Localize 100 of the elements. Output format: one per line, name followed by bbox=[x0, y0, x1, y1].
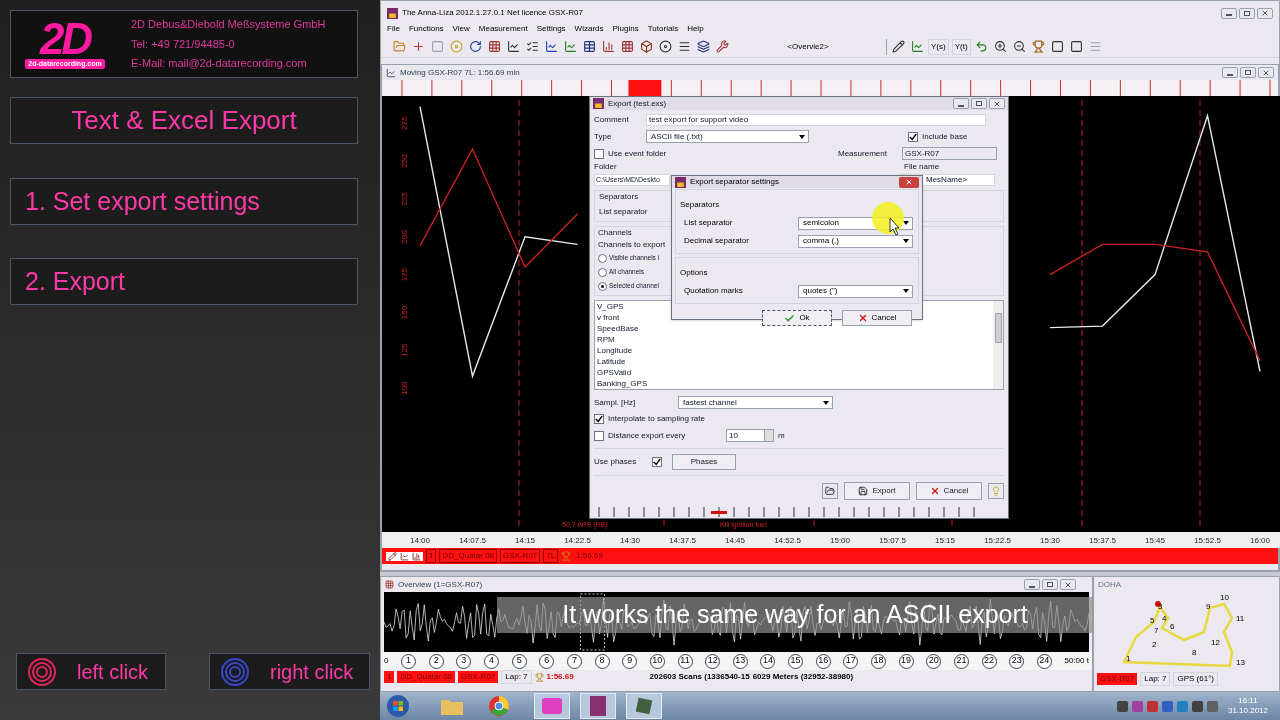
checkbox[interactable] bbox=[652, 457, 662, 467]
minimize-button[interactable] bbox=[953, 98, 969, 109]
lap-marker[interactable]: 14 bbox=[760, 653, 776, 669]
wrench-icon[interactable] bbox=[714, 38, 730, 55]
checkbox[interactable] bbox=[594, 148, 604, 159]
zoom-out-icon[interactable] bbox=[1011, 38, 1028, 55]
lap-marker[interactable]: 3 bbox=[456, 653, 472, 669]
lap-marker[interactable]: 10 bbox=[649, 653, 665, 669]
box-icon[interactable] bbox=[1068, 38, 1085, 55]
grid-icon[interactable] bbox=[619, 38, 635, 55]
lap-marker[interactable]: 22 bbox=[981, 653, 997, 669]
lap-marker[interactable]: 6 bbox=[539, 653, 555, 669]
menu-item[interactable]: Help bbox=[687, 22, 704, 35]
axis-button[interactable]: Y(t) bbox=[951, 38, 971, 55]
lap-marker[interactable]: 11 bbox=[677, 653, 693, 669]
lap-marker[interactable]: 17 bbox=[843, 653, 859, 669]
box-icon[interactable] bbox=[1049, 38, 1066, 55]
checkbox[interactable] bbox=[594, 414, 604, 424]
export-button[interactable]: Export bbox=[844, 482, 910, 500]
close-button[interactable] bbox=[1257, 7, 1273, 19]
lap-marker[interactable]: 13 bbox=[732, 653, 748, 669]
maximize-button[interactable] bbox=[1240, 67, 1256, 78]
app-icon[interactable] bbox=[626, 693, 662, 719]
lap-marker[interactable]: 4 bbox=[484, 653, 499, 669]
tray-icon[interactable] bbox=[1191, 700, 1203, 712]
zoom-in-icon[interactable] bbox=[992, 38, 1009, 55]
comment-field[interactable]: test export for support video bbox=[646, 114, 986, 126]
app-icon[interactable] bbox=[580, 693, 616, 719]
lap-marker[interactable]: 1 bbox=[401, 653, 417, 669]
axis-button[interactable]: Y(s) bbox=[928, 38, 949, 55]
lap-marker[interactable]: 12 bbox=[705, 653, 721, 669]
browser-icon[interactable] bbox=[488, 695, 510, 717]
grid-icon[interactable] bbox=[486, 38, 502, 55]
radio-button[interactable] bbox=[598, 267, 607, 277]
load-icon[interactable] bbox=[822, 483, 838, 499]
lap-marker[interactable]: 7 bbox=[566, 653, 582, 669]
menu-item[interactable]: Settings bbox=[536, 22, 566, 35]
list-item[interactable]: Latitude bbox=[597, 356, 993, 367]
list-item[interactable]: SpeedBase bbox=[597, 323, 993, 334]
radio-button[interactable] bbox=[598, 281, 607, 291]
maximize-button[interactable] bbox=[1239, 7, 1255, 19]
minimize-button[interactable] bbox=[1024, 579, 1040, 590]
close-button[interactable] bbox=[989, 98, 1005, 109]
menu-item[interactable]: File bbox=[387, 22, 400, 35]
lap-marker[interactable]: 24 bbox=[1036, 653, 1052, 669]
maximize-button[interactable] bbox=[971, 98, 987, 109]
app-icon[interactable] bbox=[534, 693, 570, 719]
lap-marker[interactable]: 8 bbox=[594, 653, 610, 669]
lap-marker[interactable]: 15 bbox=[788, 653, 804, 669]
lap-marker[interactable]: 23 bbox=[1009, 653, 1025, 669]
lap-marker[interactable]: 20 bbox=[926, 653, 942, 669]
checkbox[interactable] bbox=[908, 131, 918, 142]
menu-item[interactable]: Functions bbox=[408, 22, 444, 35]
lap-marker[interactable]: 19 bbox=[898, 653, 914, 669]
menu-item[interactable]: Measurement bbox=[478, 22, 528, 35]
pencil-icon[interactable] bbox=[890, 38, 906, 55]
close-button[interactable] bbox=[899, 176, 919, 188]
dropdown[interactable]: quotes (") bbox=[798, 284, 913, 298]
radio-button[interactable] bbox=[598, 253, 607, 263]
menu-item[interactable]: Plugins bbox=[612, 22, 639, 35]
list-item[interactable]: RPM bbox=[597, 334, 993, 345]
lap-marker[interactable]: 9 bbox=[622, 653, 638, 669]
disc-icon[interactable] bbox=[657, 38, 673, 55]
ok-button[interactable]: Ok bbox=[762, 310, 832, 326]
cancel-button[interactable]: Cancel bbox=[842, 310, 912, 326]
measurement-field[interactable]: GSX-R07 bbox=[902, 147, 997, 160]
lap-marker[interactable]: 21 bbox=[953, 653, 969, 669]
trophy-icon[interactable] bbox=[1030, 38, 1047, 55]
dropdown[interactable]: ASCII file (.txt) bbox=[646, 130, 809, 143]
list-item[interactable]: Longitude bbox=[597, 345, 993, 356]
list-item[interactable]: GPSValid bbox=[597, 367, 993, 378]
menu-item[interactable]: Tutorials bbox=[647, 22, 679, 35]
dropdown[interactable]: comma (,) bbox=[798, 234, 913, 248]
minimize-button[interactable] bbox=[1221, 7, 1237, 19]
layers-icon[interactable] bbox=[695, 38, 711, 55]
chart-icon[interactable] bbox=[505, 38, 521, 55]
start-orb-icon[interactable] bbox=[386, 694, 410, 718]
view-selector[interactable]: <Overvie2> bbox=[753, 38, 863, 55]
close-button[interactable] bbox=[1258, 67, 1274, 78]
lap-marker[interactable]: 16 bbox=[815, 653, 831, 669]
list-item[interactable]: Banking_GPS bbox=[597, 378, 993, 389]
lap-marker[interactable]: 18 bbox=[871, 653, 886, 669]
menu-item[interactable]: View bbox=[452, 22, 470, 35]
tray-icon[interactable] bbox=[1116, 700, 1128, 712]
refresh-icon[interactable] bbox=[467, 38, 483, 55]
menu-item[interactable]: Wizards bbox=[574, 22, 604, 35]
tray-icon[interactable] bbox=[1206, 700, 1218, 712]
phases-button[interactable]: Phases bbox=[672, 454, 736, 470]
lap-marker[interactable]: 5 bbox=[511, 653, 527, 669]
chart-icon[interactable] bbox=[543, 38, 559, 55]
box-icon[interactable] bbox=[638, 38, 654, 55]
checkbox[interactable] bbox=[594, 430, 604, 441]
close-button[interactable] bbox=[1060, 579, 1076, 590]
scrollbar[interactable] bbox=[993, 301, 1003, 389]
maximize-button[interactable] bbox=[1042, 579, 1058, 590]
bar-chart-icon[interactable] bbox=[600, 38, 616, 55]
minimize-button[interactable] bbox=[1222, 67, 1238, 78]
cancel-button[interactable]: Cancel bbox=[916, 482, 982, 500]
lap-marker[interactable]: 2 bbox=[428, 653, 444, 669]
bar-chart-icon[interactable] bbox=[412, 551, 421, 561]
